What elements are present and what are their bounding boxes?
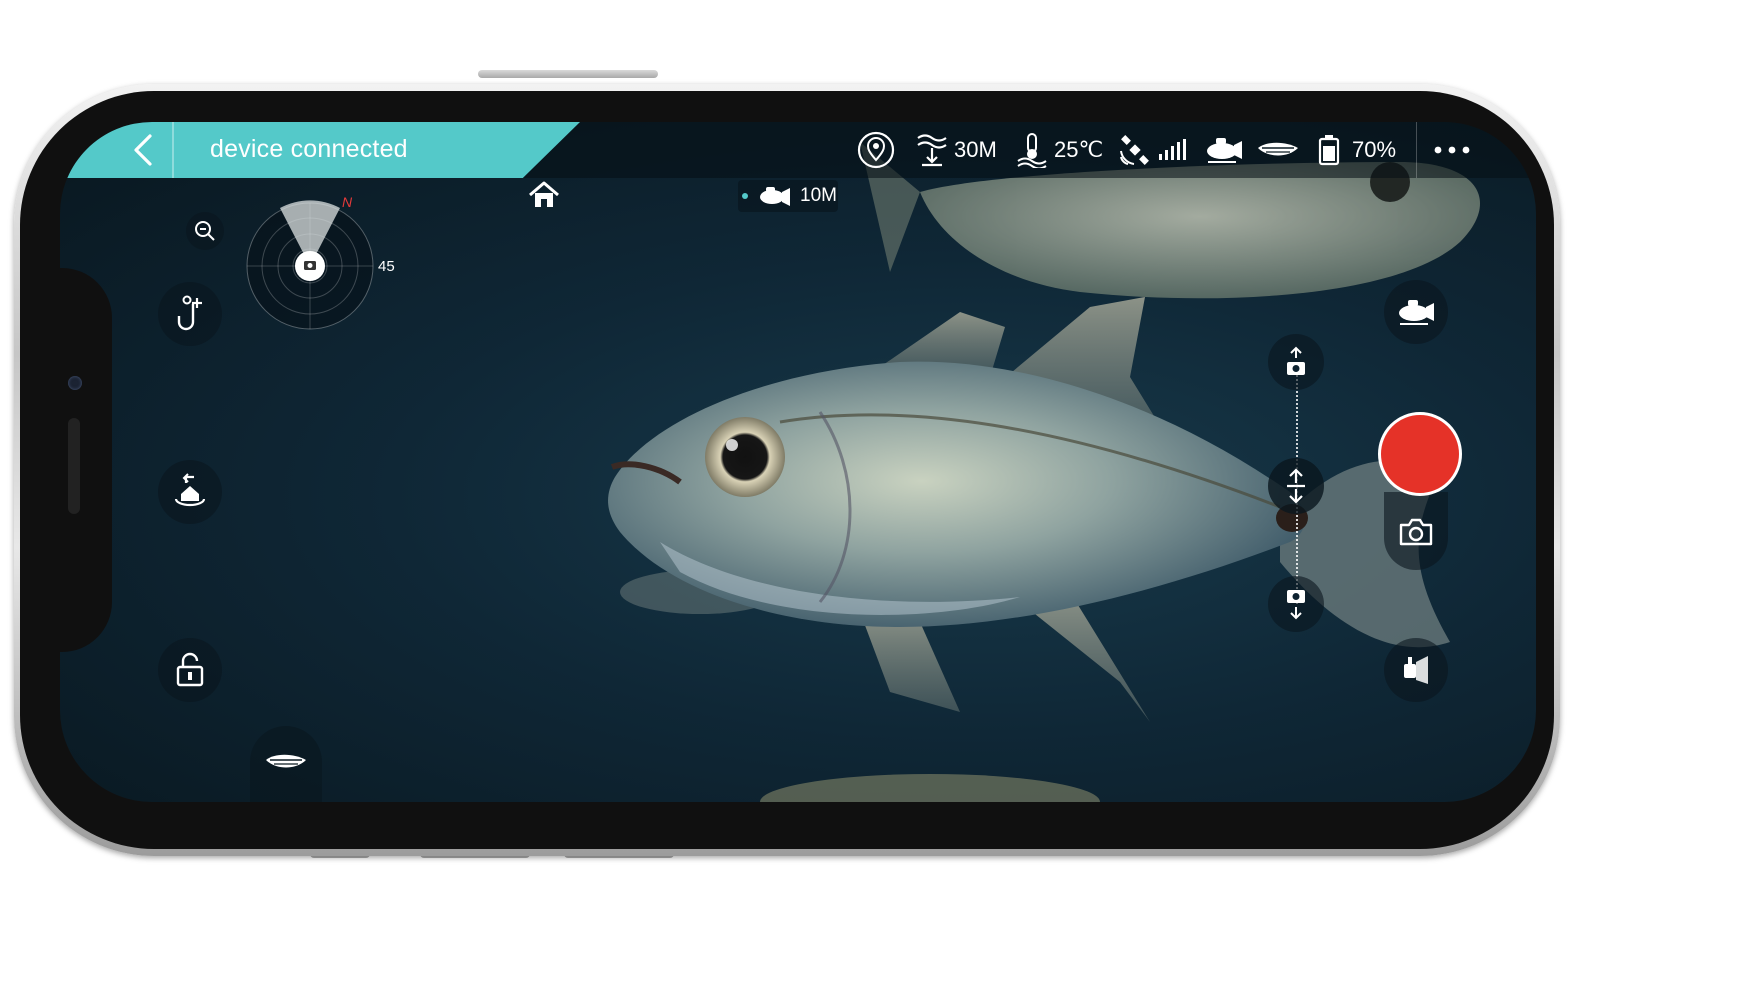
depth-limit-value: 30M xyxy=(954,137,997,162)
camera-down-icon xyxy=(1287,590,1305,620)
flashlight-icon xyxy=(1404,656,1428,684)
status-bar-divider xyxy=(1416,122,1417,178)
depth-status: 30M xyxy=(916,122,997,178)
background-fish-bottom xyxy=(760,774,1100,802)
boat-icon xyxy=(1258,142,1298,156)
wave-depth-icon xyxy=(917,134,947,167)
boat-tray[interactable] xyxy=(250,726,322,802)
return-home-button[interactable] xyxy=(158,460,222,524)
location-status[interactable] xyxy=(856,122,896,178)
photo-button[interactable] xyxy=(1398,518,1434,546)
boat-status xyxy=(1256,122,1300,178)
boat-icon xyxy=(266,754,306,768)
signal-status xyxy=(1158,122,1188,178)
more-button[interactable] xyxy=(1430,138,1474,162)
home-icon xyxy=(529,181,559,207)
light-button[interactable] xyxy=(1384,638,1448,702)
zoom-out-button[interactable] xyxy=(186,212,224,250)
hook-add-button[interactable] xyxy=(158,282,222,346)
battery-status: 70% xyxy=(1318,122,1396,178)
front-camera xyxy=(68,376,82,390)
drone-mode-button[interactable] xyxy=(1384,280,1448,344)
phone-speaker xyxy=(68,418,80,514)
temperature-status: 25℃ xyxy=(1016,122,1103,178)
unlock-icon xyxy=(176,652,204,687)
return-home-icon xyxy=(174,473,206,507)
fish-depth-value: 10M xyxy=(800,185,837,206)
satellite-status xyxy=(1118,122,1152,178)
location-pin-icon xyxy=(857,131,895,169)
connection-status-text: device connected xyxy=(210,135,408,163)
app-screen: device connected 30M 25℃ 70% 10M N 45 xyxy=(60,122,1536,802)
camera-tilt-down-button[interactable] xyxy=(1268,576,1324,632)
camera-icon xyxy=(1399,518,1433,546)
drone-icon xyxy=(1207,138,1242,163)
phone-top-button-1 xyxy=(478,70,658,78)
sonar-radar xyxy=(246,200,374,330)
fish-depth-indicator: 10M xyxy=(738,180,838,212)
radar-angle-label: 45 xyxy=(378,258,395,275)
unlock-button[interactable] xyxy=(158,638,222,702)
thermometer-icon xyxy=(1017,133,1047,168)
camera-tilt-up-button[interactable] xyxy=(1268,334,1324,390)
battery-icon xyxy=(1318,135,1340,166)
depth-dot xyxy=(742,193,748,199)
record-button[interactable] xyxy=(1378,412,1462,496)
drone-icon xyxy=(1399,300,1434,325)
hook-add-icon xyxy=(177,295,202,331)
back-button[interactable] xyxy=(124,132,164,168)
chevron-left-icon xyxy=(134,134,152,166)
battery-level-value: 70% xyxy=(1352,137,1397,162)
banner-divider xyxy=(172,122,174,178)
satellite-icon xyxy=(1120,135,1149,165)
zoom-out-icon xyxy=(195,221,215,241)
water-temperature-value: 25℃ xyxy=(1054,137,1104,162)
compass-north-label: N xyxy=(342,194,353,210)
camera-tilt-handle[interactable] xyxy=(1268,458,1324,514)
drone-icon xyxy=(760,187,790,206)
up-down-arrows-icon xyxy=(1287,468,1305,504)
signal-bars-icon xyxy=(1159,139,1186,160)
camera-up-icon xyxy=(1287,346,1305,375)
more-dots-icon xyxy=(1434,146,1470,154)
drone-status xyxy=(1204,122,1244,178)
home-button[interactable] xyxy=(526,178,562,212)
